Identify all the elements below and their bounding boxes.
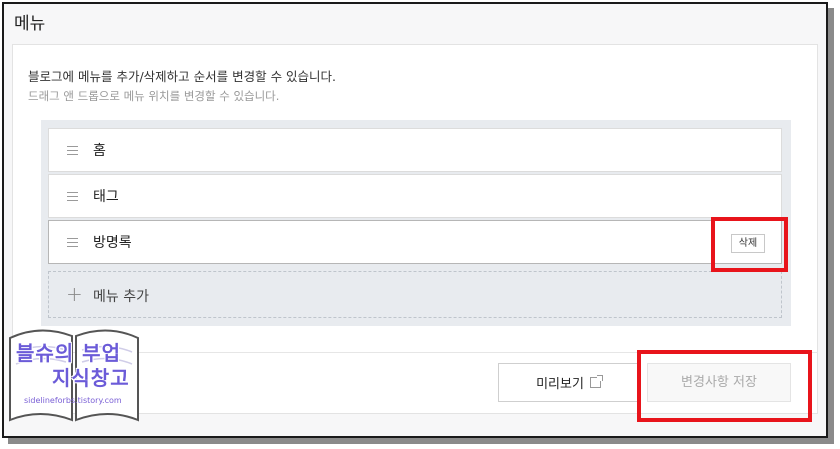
plus-icon: + xyxy=(66,282,83,306)
menu-item-tag[interactable]: 태그 xyxy=(48,174,782,218)
menu-item-label: 홈 xyxy=(93,143,106,159)
menu-item-home[interactable]: 홈 xyxy=(48,128,782,172)
menu-item-guestbook[interactable]: 방명록 xyxy=(48,220,782,264)
description-text: 블로그에 메뉴를 추가/삭제하고 순서를 변경할 수 있습니다. xyxy=(28,69,337,84)
add-menu-label: 메뉴 추가 xyxy=(93,289,149,305)
watermark-subtitle: 지식창고 xyxy=(52,366,130,390)
menu-item-label: 태그 xyxy=(93,189,119,205)
page-title: 메뉴 xyxy=(14,14,46,34)
description-hint: 드래그 앤 드롭으로 메뉴 위치를 변경할 수 있습니다. xyxy=(28,89,280,103)
drag-handle-icon[interactable] xyxy=(67,238,78,247)
menu-item-label: 방명록 xyxy=(93,235,132,251)
preview-button[interactable]: 미리보기 xyxy=(498,363,639,402)
window-shadow-right xyxy=(828,8,834,442)
drag-handle-icon[interactable] xyxy=(67,146,78,155)
highlight-box-delete xyxy=(711,217,788,272)
highlight-box-save xyxy=(637,350,812,422)
external-link-icon xyxy=(589,375,603,388)
preview-label: 미리보기 xyxy=(536,377,584,392)
window-shadow-bottom xyxy=(8,438,834,444)
drag-handle-icon[interactable] xyxy=(67,192,78,201)
add-menu-button[interactable]: + 메뉴 추가 xyxy=(48,271,782,318)
watermark-url: sidelineforbs.tistory.com xyxy=(24,396,122,405)
